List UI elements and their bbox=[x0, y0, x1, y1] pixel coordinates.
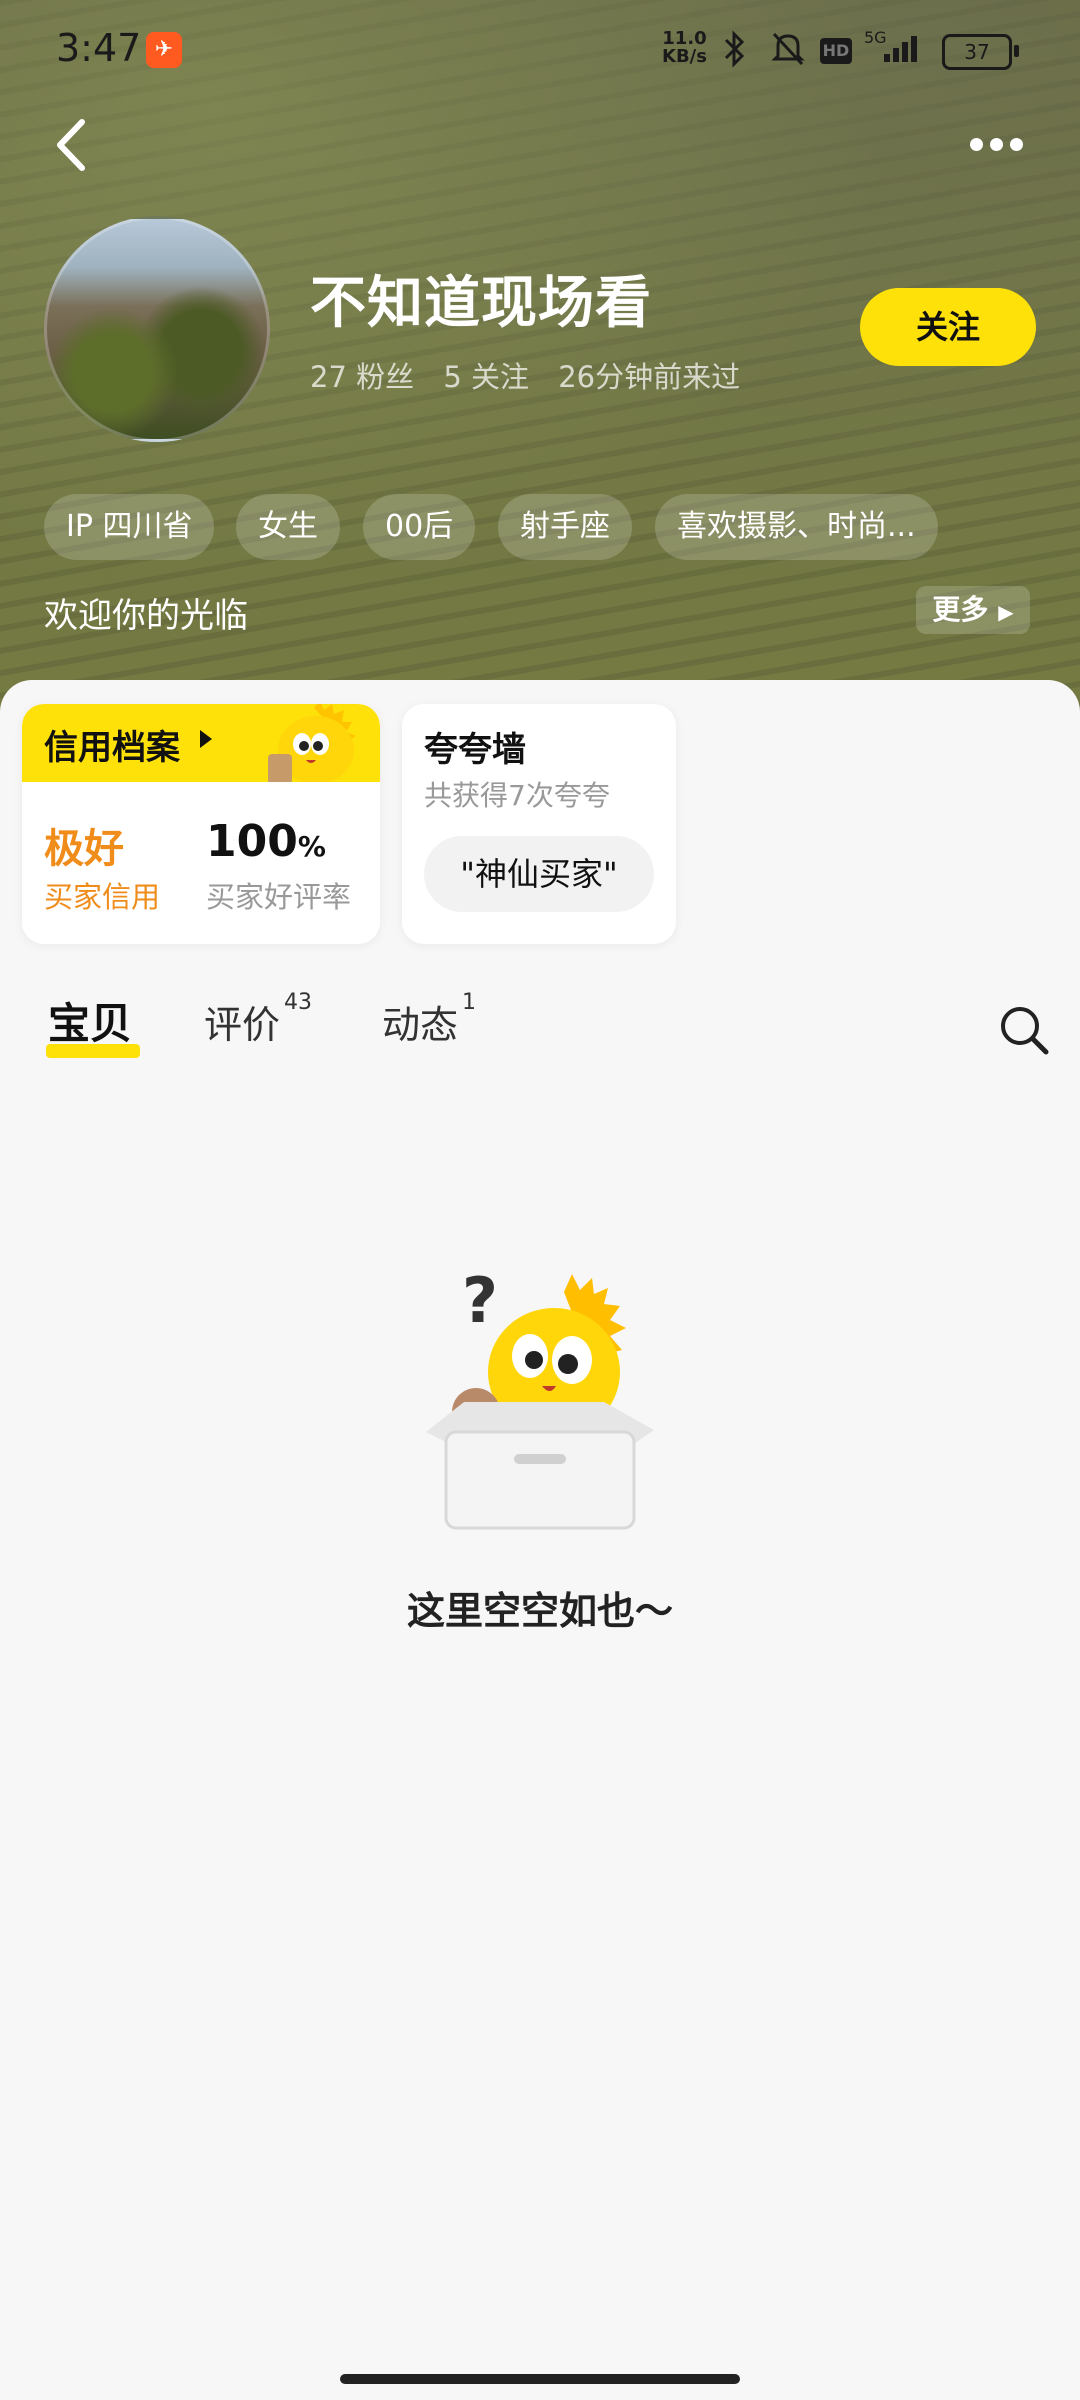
dot-icon bbox=[970, 138, 983, 151]
credit-level: 极好 bbox=[44, 826, 124, 872]
credit-title: 信用档案 bbox=[44, 728, 180, 768]
signal-icon bbox=[884, 36, 920, 62]
back-button[interactable] bbox=[44, 110, 104, 180]
mute-bell-icon bbox=[770, 30, 806, 76]
followers-count[interactable]: 27 粉丝 bbox=[310, 360, 414, 394]
search-button[interactable] bbox=[998, 1004, 1050, 1056]
following-count[interactable]: 5 关注 bbox=[443, 360, 529, 394]
praise-wall-card[interactable]: 夸夸墙 共获得7次夸夸 "神仙买家" bbox=[402, 704, 676, 944]
tag-age: 00后 bbox=[363, 494, 476, 560]
status-bar: 3:47 ✈ 11.0 KB/s HD 5G 37 bbox=[0, 0, 1080, 100]
tab-bar: 宝贝 评价43 动态1 bbox=[0, 990, 1080, 1070]
username: 不知道现场看 bbox=[310, 271, 652, 336]
chevron-left-icon bbox=[57, 119, 85, 171]
positive-rate-label: 买家好评率 bbox=[206, 880, 352, 914]
tab-activity[interactable]: 动态1 bbox=[382, 990, 476, 1049]
more-options-button[interactable] bbox=[970, 120, 1040, 170]
network-speed: 11.0 KB/s bbox=[662, 28, 707, 67]
credit-level-label: 买家信用 bbox=[44, 880, 161, 914]
empty-state-message: 这里空空如也～ bbox=[406, 1589, 673, 1633]
tag-ip: IP 四川省 bbox=[44, 494, 215, 560]
active-tab-indicator bbox=[46, 1044, 140, 1058]
mascot-icon bbox=[254, 704, 364, 786]
tag-zodiac: 射手座 bbox=[498, 494, 632, 560]
triangle-right-icon bbox=[200, 730, 212, 748]
praise-count: 共获得7次夸夸 bbox=[424, 779, 610, 812]
tag-gender: 女生 bbox=[236, 494, 340, 560]
praise-badge: "神仙买家" bbox=[424, 836, 654, 912]
dot-icon bbox=[990, 138, 1003, 151]
profile-stats: 27 粉丝 5 关注 26分钟前来过 bbox=[310, 354, 760, 396]
bluetooth-icon bbox=[720, 30, 750, 76]
welcome-message: 欢迎你的光临 bbox=[44, 596, 248, 636]
follow-button[interactable]: 关注 bbox=[860, 288, 1036, 366]
triangle-right-icon: ▶ bbox=[998, 600, 1014, 624]
tab-reviews[interactable]: 评价43 bbox=[204, 990, 312, 1049]
search-icon bbox=[1001, 1007, 1049, 1055]
avatar[interactable] bbox=[44, 216, 270, 442]
credit-profile-card[interactable]: 信用档案 极好 买家信用 100% 买家好评率 bbox=[22, 704, 380, 944]
praise-title: 夸夸墙 bbox=[424, 730, 526, 770]
dot-icon bbox=[1010, 138, 1023, 151]
positive-rate: 100% bbox=[206, 816, 326, 867]
svg-text:?: ? bbox=[462, 1264, 498, 1337]
home-indicator[interactable] bbox=[340, 2374, 740, 2384]
empty-box-mascot-icon: ? bbox=[404, 1262, 680, 1542]
hd-voice-icon: HD bbox=[820, 38, 852, 64]
status-time: 3:47 bbox=[56, 26, 142, 70]
last-seen: 26分钟前来过 bbox=[558, 360, 741, 394]
tag-interests: 喜欢摄影、时尚... bbox=[655, 494, 938, 560]
more-info-button[interactable]: 更多 ▶ bbox=[916, 586, 1030, 634]
notification-app-icon: ✈ bbox=[146, 32, 182, 68]
battery-icon: 37 bbox=[942, 34, 1019, 70]
tab-items[interactable]: 宝贝 bbox=[48, 990, 132, 1051]
